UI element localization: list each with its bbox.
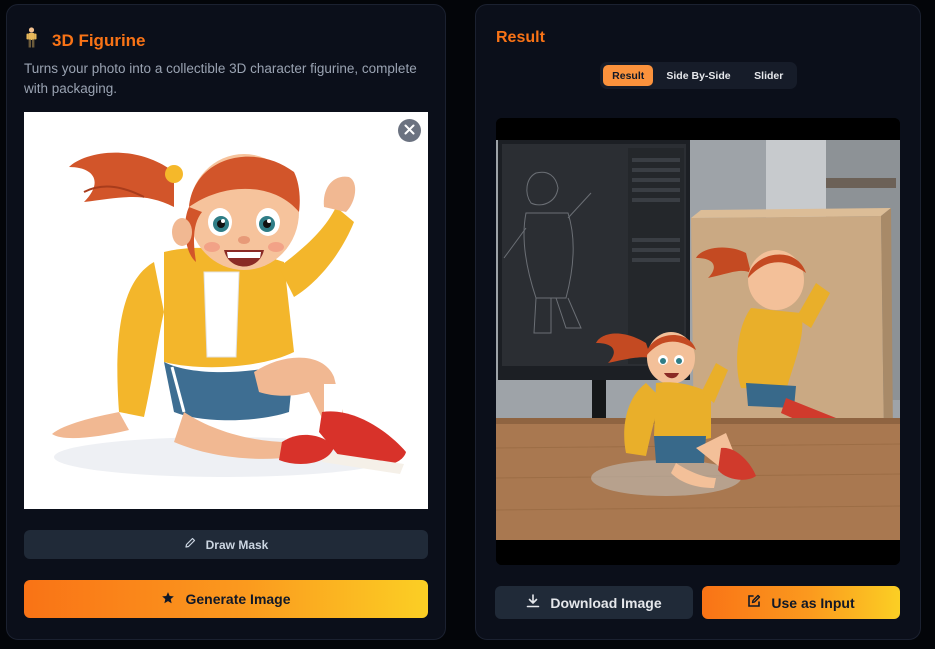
result-image[interactable] xyxy=(496,118,900,565)
draw-mask-label: Draw Mask xyxy=(205,537,269,552)
person-figurine-icon xyxy=(25,27,38,54)
pencil-icon xyxy=(184,537,196,552)
use-as-input-label: Use as Input xyxy=(771,594,855,611)
view-mode-tabs: Result Side By-Side Slider xyxy=(600,62,797,89)
input-image-illustration xyxy=(24,112,428,509)
draw-mask-button[interactable]: Draw Mask xyxy=(24,530,428,559)
remove-image-button[interactable] xyxy=(398,119,421,142)
tab-slider[interactable]: Slider xyxy=(744,65,794,86)
panel-header: 3D Figurine xyxy=(25,27,146,54)
star-icon xyxy=(161,591,175,608)
download-image-button[interactable]: Download Image xyxy=(495,586,693,619)
generate-image-button[interactable]: Generate Image xyxy=(24,580,428,618)
result-title: Result xyxy=(496,29,545,46)
result-image-illustration xyxy=(496,118,900,565)
use-as-input-button[interactable]: Use as Input xyxy=(702,586,900,619)
tab-result[interactable]: Result xyxy=(603,65,654,86)
download-icon xyxy=(526,594,540,611)
uploaded-image[interactable] xyxy=(24,112,428,509)
result-panel: Result Result Side By-Side Slider Downlo… xyxy=(475,4,921,640)
close-icon xyxy=(404,122,415,140)
input-panel: 3D Figurine Turns your photo into a coll… xyxy=(6,4,446,640)
edit-icon xyxy=(747,594,761,611)
panel-description: Turns your photo into a collectible 3D c… xyxy=(24,61,417,96)
panel-title: 3D Figurine xyxy=(52,30,146,50)
download-image-label: Download Image xyxy=(550,594,662,611)
tab-side-by-side[interactable]: Side By-Side xyxy=(655,65,741,86)
generate-image-label: Generate Image xyxy=(185,591,291,607)
